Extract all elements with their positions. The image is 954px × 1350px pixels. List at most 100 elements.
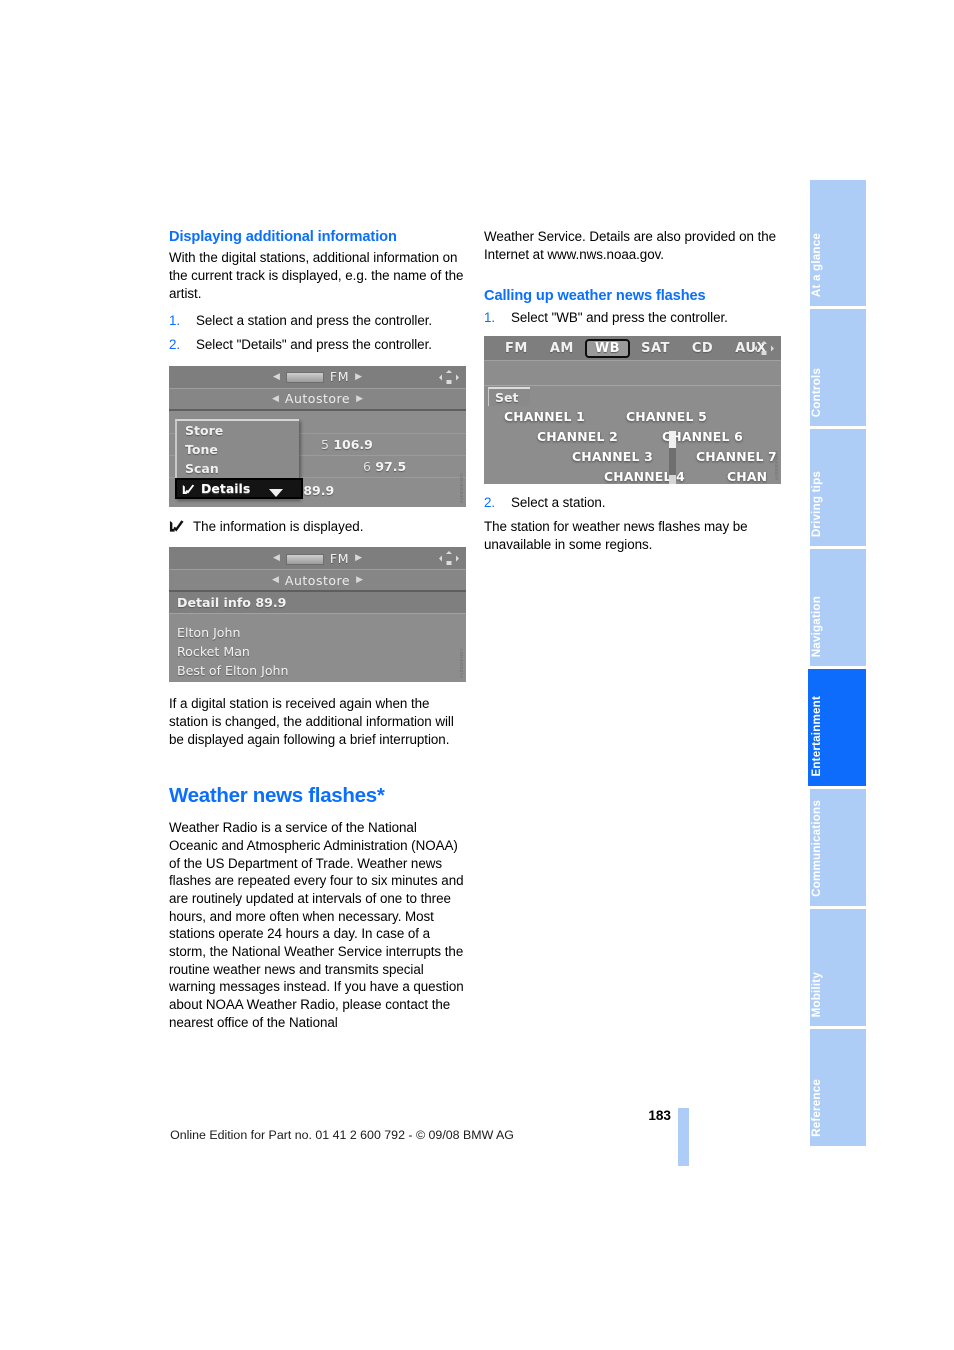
band-selector-bar[interactable]: FM AM WB SAT CD AUX bbox=[484, 336, 781, 362]
channel-label: CHANNEL 3 bbox=[572, 449, 653, 465]
preset-frequency: 89.9 bbox=[303, 482, 335, 498]
screen-second-bar: ◀ Autostore ▶ bbox=[169, 570, 466, 593]
chevron-left-icon: ◀ bbox=[272, 553, 280, 564]
step-number: 2. bbox=[169, 337, 181, 353]
channel-label: CHAN bbox=[727, 469, 768, 485]
sidebar-item-controls[interactable]: Controls bbox=[810, 309, 866, 426]
list-item: 1. Select "WB" and press the controller. bbox=[484, 309, 781, 327]
figure-detail-info: ◀ FM ▶ ◀ Autostore ▶ Detail info 89.9 El… bbox=[169, 547, 466, 683]
autostore-label: Autostore bbox=[284, 391, 351, 407]
sidebar-item-label: Controls bbox=[810, 367, 823, 417]
intro-paragraph: With the digital stations, additional in… bbox=[169, 250, 464, 301]
channel-item[interactable]: CHANNEL 7 bbox=[696, 449, 777, 464]
band-cd[interactable]: CD bbox=[681, 340, 724, 357]
heading-calling-up-weather-news-flashes: Calling up weather news flashes bbox=[484, 288, 706, 305]
sidebar-item-label: Mobility bbox=[810, 971, 823, 1017]
preset-frequency: 97.5 bbox=[375, 458, 407, 474]
left-steps-list: 1. Select a station and press the contro… bbox=[169, 312, 466, 353]
figure-watermark: A109300HOY bbox=[459, 648, 464, 679]
scrollbar-thumb-lower[interactable] bbox=[669, 475, 676, 485]
checkmark-icon bbox=[169, 520, 184, 532]
channel-item[interactable]: CHANNEL 3 bbox=[572, 449, 653, 464]
scrollbar[interactable] bbox=[669, 431, 676, 485]
chevron-right-icon: ▶ bbox=[356, 393, 363, 404]
step-text: Select "Details" and press the controlle… bbox=[196, 337, 432, 353]
chevron-right-icon: ▶ bbox=[356, 575, 363, 586]
band-am[interactable]: AM bbox=[539, 340, 585, 357]
detail-track: Rocket Man bbox=[177, 644, 250, 660]
screen-body: Detail info 89.9 Elton John Rocket Man B… bbox=[169, 592, 466, 683]
figure-watermark: A109300HOY bbox=[459, 472, 464, 503]
channel-label: CHANNEL 2 bbox=[537, 429, 618, 445]
step-number: 1. bbox=[169, 313, 181, 329]
channel-label: CHANNEL 5 bbox=[626, 409, 707, 425]
context-menu[interactable]: Store Tone Scan Details bbox=[175, 418, 303, 499]
channel-item[interactable]: CHANNEL 2 bbox=[537, 429, 618, 444]
sidebar-item-navigation[interactable]: Navigation bbox=[810, 549, 866, 666]
band-fm[interactable]: FM bbox=[494, 340, 539, 357]
sidebar-item-communications[interactable]: Communications bbox=[810, 789, 866, 906]
controller-nav-icon bbox=[437, 549, 461, 568]
band-sat[interactable]: SAT bbox=[630, 340, 681, 357]
preset-index: 6 bbox=[363, 458, 371, 474]
result-statement: The information is displayed. bbox=[169, 518, 466, 536]
footer-text: Online Edition for Part no. 01 41 2 600 … bbox=[170, 1128, 514, 1142]
section-heading-weather-news-flashes: Weather news flashes* bbox=[169, 783, 385, 807]
scrollbar-thumb[interactable] bbox=[669, 431, 676, 449]
sidebar-item-label: Entertainment bbox=[810, 696, 823, 777]
screen-top-bar: ◀ FM ▶ bbox=[169, 547, 466, 571]
list-item: 1. Select a station and press the contro… bbox=[169, 312, 466, 330]
menu-item-tone[interactable]: Tone bbox=[177, 440, 299, 459]
weather-note: The station for weather news flashes may… bbox=[484, 519, 748, 552]
channel-item[interactable]: CHAN bbox=[727, 469, 767, 484]
left-column: Displaying additional information With t… bbox=[169, 228, 466, 1032]
preset-entry: 6 97.5 bbox=[363, 459, 406, 474]
channel-label: CHANNEL 1 bbox=[504, 409, 585, 425]
radio-chip-icon bbox=[285, 372, 324, 384]
screen-body: Set CHANNEL 1 CHANNEL 2 CHANNEL 3 CHANNE… bbox=[484, 361, 781, 485]
menu-item-label: Details bbox=[201, 480, 251, 496]
preset-frequency: 106.9 bbox=[333, 436, 373, 452]
menu-item-details[interactable]: Details bbox=[175, 477, 303, 499]
menu-item-scan[interactable]: Scan bbox=[177, 459, 299, 478]
figure-radio-details-menu: ◀ FM ▶ ◀ Autostore ▶ 5 106.9 6 97.5 89.9… bbox=[169, 365, 466, 507]
radio-chip-icon bbox=[285, 553, 324, 565]
checkmark-icon bbox=[182, 484, 195, 494]
sidebar-item-label: Driving tips bbox=[810, 470, 823, 537]
chevron-left-icon: ◀ bbox=[272, 371, 280, 382]
autostore-label: Autostore bbox=[284, 572, 351, 588]
sidebar-item-at-a-glance[interactable]: At a glance bbox=[810, 180, 866, 306]
step-text: Select a station and press the controlle… bbox=[196, 313, 433, 329]
sidebar-item-driving-tips[interactable]: Driving tips bbox=[810, 429, 866, 546]
sidebar-item-label: Navigation bbox=[810, 595, 823, 657]
right-steps-list-2: 2. Select a station. bbox=[484, 494, 781, 512]
band-label: FM bbox=[329, 369, 350, 385]
weather-news-body: Weather Radio is a service of the Nation… bbox=[169, 820, 464, 1030]
page-number: 183 bbox=[648, 1108, 671, 1123]
figure-weather-band: FM AM WB SAT CD AUX Set CHANNEL 1 CHANNE… bbox=[484, 336, 781, 485]
manual-page: Displaying additional information With t… bbox=[0, 0, 954, 1350]
menu-item-store[interactable]: Store bbox=[177, 421, 299, 440]
set-tab[interactable]: Set bbox=[488, 387, 531, 407]
sidebar-item-label: Communications bbox=[810, 800, 823, 897]
band-wb[interactable]: WB bbox=[584, 338, 631, 358]
list-item: 2. Select a station. bbox=[484, 494, 781, 512]
right-steps-list-1: 1. Select "WB" and press the controller. bbox=[484, 309, 781, 327]
controller-nav-icon bbox=[752, 339, 776, 358]
detail-info-header: Detail info 89.9 bbox=[169, 592, 466, 615]
continuation-paragraph: Weather Service. Details are also provid… bbox=[484, 229, 777, 262]
band-label: FM bbox=[329, 550, 350, 566]
result-text: The information is displayed. bbox=[193, 518, 364, 534]
step-text: Select a station. bbox=[511, 495, 606, 511]
detail-album: Best of Elton John bbox=[177, 663, 289, 679]
sidebar-item-mobility[interactable]: Mobility bbox=[810, 909, 866, 1026]
sidebar-item-entertainment[interactable]: Entertainment bbox=[808, 669, 866, 786]
step-number: 1. bbox=[484, 309, 496, 325]
channel-item[interactable]: CHANNEL 5 bbox=[626, 409, 707, 424]
chapter-tab-rail: At a glance Controls Driving tips Naviga… bbox=[808, 180, 866, 1149]
heading-displaying-additional-information: Displaying additional information bbox=[169, 229, 397, 245]
preset-entry: 5 106.9 bbox=[321, 437, 373, 452]
chevron-down-icon bbox=[269, 488, 283, 497]
channel-item[interactable]: CHANNEL 1 bbox=[504, 409, 585, 424]
screen-second-bar: ◀ Autostore ▶ bbox=[169, 388, 466, 411]
